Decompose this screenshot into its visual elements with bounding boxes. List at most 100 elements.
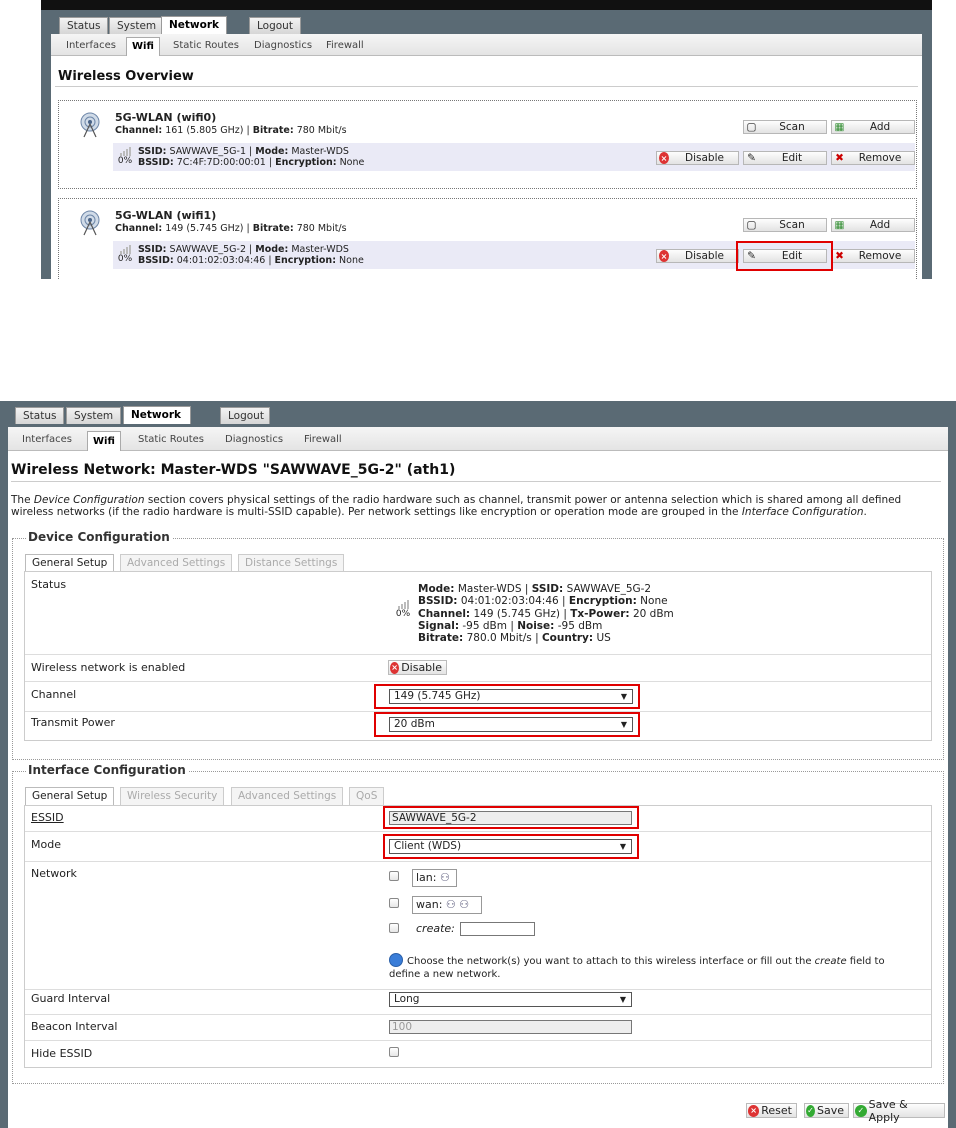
top-bar	[41, 0, 932, 10]
add-icon: ▦	[834, 219, 845, 231]
apply-icon: ✓	[855, 1104, 867, 1117]
transmit-power-select[interactable]: 20 dBm ▼	[389, 717, 633, 732]
mode-label: Mode	[31, 838, 61, 851]
channel-label: Channel	[31, 688, 77, 701]
signal-indicator: 0%	[116, 244, 134, 264]
reset-icon: ×	[748, 1104, 760, 1117]
remove-icon: ✖	[835, 250, 844, 262]
dropdown-arrow-icon: ▼	[619, 842, 626, 851]
wifi-device-icon	[78, 112, 102, 141]
add-icon: ▦	[834, 121, 845, 133]
status-label: Status	[31, 578, 67, 591]
disable-icon: ×	[659, 152, 669, 164]
wan-checkbox[interactable]	[389, 898, 399, 908]
hide-essid-checkbox[interactable]	[389, 1047, 399, 1057]
row-separator	[25, 654, 931, 655]
subtab-static-routes[interactable]: Static Routes	[138, 433, 204, 447]
tab-status[interactable]: Status	[59, 17, 109, 34]
edit-icon: ✎	[747, 152, 756, 164]
row-separator	[25, 681, 931, 682]
save-apply-button[interactable]: ✓ Save & Apply	[853, 1098, 945, 1124]
tab-distance-settings[interactable]: Distance Settings	[238, 554, 345, 572]
wireless-network-editor-screenshot: Status System Network Logout Interfaces …	[0, 401, 956, 1128]
tab-general-setup[interactable]: General Setup	[25, 787, 115, 805]
row-separator	[25, 989, 931, 990]
tab-wireless-security[interactable]: Wireless Security	[120, 787, 225, 805]
tab-general-setup[interactable]: General Setup	[25, 554, 115, 572]
edit-button[interactable]: ✎ Edit	[743, 249, 827, 263]
dropdown-arrow-icon: ▼	[619, 995, 626, 1004]
tab-qos[interactable]: QoS	[349, 787, 385, 805]
scan-icon: ▢	[746, 121, 757, 133]
network-label: Network	[31, 867, 77, 880]
device-name: 5G-WLAN (wifi1)	[115, 209, 217, 222]
essid-label: ESSID	[31, 811, 64, 824]
network-details: SSID: SAWWAVE_5G-1 | Mode: Master-WDS BS…	[138, 146, 365, 168]
add-button[interactable]: ▦ Add	[831, 218, 915, 232]
network-interface-icon: ⚇	[439, 871, 450, 884]
save-button[interactable]: ✓ Save	[804, 1103, 849, 1118]
signal-bars-icon	[393, 599, 413, 609]
disable-button[interactable]: × Disable	[388, 660, 447, 675]
create-label: create:	[416, 922, 455, 935]
subtab-firewall[interactable]: Firewall	[326, 39, 364, 53]
page-title: Wireless Overview	[58, 69, 194, 84]
add-button[interactable]: ▦ Add	[831, 120, 915, 134]
network-interface-icon: ⚇ ⚇	[445, 898, 470, 911]
signal-indicator: 0%	[393, 599, 413, 619]
device-summary: Channel: 161 (5.805 GHz) | Bitrate: 780 …	[115, 125, 347, 136]
tab-network[interactable]: Network	[161, 16, 228, 34]
mode-select[interactable]: Client (WDS) ▼	[389, 839, 632, 854]
row-separator	[25, 861, 931, 862]
signal-indicator: 0%	[116, 146, 134, 166]
subtab-diagnostics[interactable]: Diagnostics	[225, 433, 283, 447]
beacon-interval-input[interactable]: 100	[389, 1020, 632, 1034]
intro-text: The Device Configuration section covers …	[11, 494, 902, 518]
device-summary: Channel: 149 (5.745 GHz) | Bitrate: 780 …	[115, 223, 347, 234]
scan-button[interactable]: ▢ Scan	[743, 218, 827, 232]
subtab-diagnostics[interactable]: Diagnostics	[254, 39, 312, 53]
remove-button[interactable]: ✖ Remove	[831, 151, 915, 165]
save-icon: ✓	[806, 1104, 815, 1117]
create-checkbox[interactable]	[389, 923, 399, 933]
disable-icon: ×	[659, 250, 669, 262]
tab-system[interactable]: System	[109, 17, 165, 34]
tab-logout[interactable]: Logout	[220, 407, 270, 424]
subtab-static-routes[interactable]: Static Routes	[173, 39, 239, 53]
lan-checkbox[interactable]	[389, 871, 399, 881]
dropdown-arrow-icon: ▼	[620, 692, 627, 701]
transmit-power-label: Transmit Power	[31, 716, 115, 729]
subtab-wifi[interactable]: Wifi	[126, 37, 160, 56]
essid-input[interactable]: SAWWAVE_5G-2	[389, 811, 632, 825]
remove-icon: ✖	[835, 152, 844, 164]
hide-essid-label: Hide ESSID	[31, 1047, 93, 1060]
wan-network-badge: wan: ⚇ ⚇	[412, 896, 482, 914]
tab-network[interactable]: Network	[123, 406, 191, 424]
tab-status[interactable]: Status	[15, 407, 65, 424]
edit-button[interactable]: ✎ Edit	[743, 151, 827, 165]
remove-button[interactable]: ✖ Remove	[831, 249, 915, 263]
network-help-text: Choose the network(s) you want to attach…	[389, 956, 885, 980]
create-network-input[interactable]	[460, 922, 535, 936]
dropdown-arrow-icon: ▼	[620, 720, 627, 729]
tab-advanced-settings[interactable]: Advanced Settings	[231, 787, 344, 805]
scan-icon: ▢	[746, 219, 757, 231]
scan-button[interactable]: ▢ Scan	[743, 120, 827, 134]
tab-advanced-settings[interactable]: Advanced Settings	[120, 554, 233, 572]
reset-button[interactable]: × Reset	[746, 1103, 797, 1118]
subtab-interfaces[interactable]: Interfaces	[66, 39, 116, 53]
interface-configuration-legend: Interface Configuration	[26, 763, 188, 777]
subtab-interfaces[interactable]: Interfaces	[22, 433, 72, 447]
disable-button[interactable]: × Disable	[656, 151, 739, 165]
subtab-firewall[interactable]: Firewall	[304, 433, 342, 447]
guard-interval-select[interactable]: Long ▼	[389, 992, 632, 1007]
lan-network-badge: lan: ⚇	[412, 869, 457, 887]
channel-select[interactable]: 149 (5.745 GHz) ▼	[389, 689, 633, 704]
disable-button[interactable]: × Disable	[656, 249, 739, 263]
subtab-wifi[interactable]: Wifi	[87, 431, 121, 451]
disable-icon: ×	[390, 661, 400, 674]
signal-bars-icon	[116, 146, 134, 156]
tab-logout[interactable]: Logout	[249, 17, 301, 34]
tab-system[interactable]: System	[66, 407, 122, 424]
status-details: Mode: Master-WDS | SSID: SAWWAVE_5G-2 BS…	[418, 583, 674, 645]
